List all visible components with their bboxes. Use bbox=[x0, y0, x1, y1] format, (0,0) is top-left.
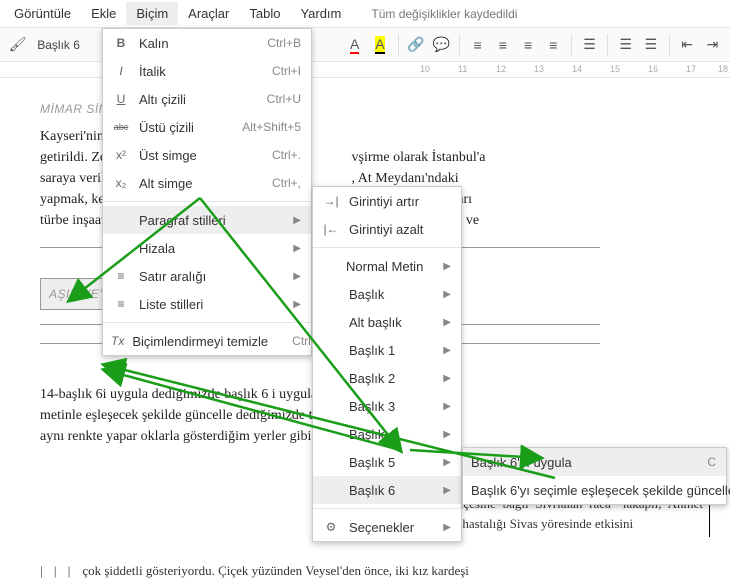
menu-table[interactable]: Tablo bbox=[239, 2, 290, 25]
align-center-icon[interactable]: ≡ bbox=[491, 33, 514, 57]
menu-subscript[interactable]: x₂ Alt simge Ctrl+, bbox=[103, 169, 311, 197]
subscript-icon: x₂ bbox=[111, 176, 131, 190]
chevron-right-icon: ▶ bbox=[443, 289, 451, 300]
menu-paragraph-styles[interactable]: Paragraf stilleri ▶ bbox=[103, 206, 311, 234]
list-icon: ≡ bbox=[111, 297, 131, 311]
chevron-right-icon: ▶ bbox=[443, 401, 451, 412]
align-justify-icon[interactable]: ≡ bbox=[542, 33, 565, 57]
chevron-right-icon: ▶ bbox=[443, 373, 451, 384]
chevron-right-icon: ▶ bbox=[293, 243, 301, 254]
number-list-icon[interactable]: ☰ bbox=[614, 33, 637, 57]
menu-heading-4[interactable]: Başlık 4 ▶ bbox=[313, 420, 461, 448]
chevron-right-icon: ▶ bbox=[293, 299, 301, 310]
heading6-options-submenu: Başlık 6'yı uygula C Başlık 6'yı seçimle… bbox=[462, 447, 727, 505]
chevron-right-icon: ▶ bbox=[443, 261, 451, 272]
comment-icon[interactable]: 💬 bbox=[430, 33, 453, 57]
format-dropdown: B Kalın Ctrl+B I İtalik Ctrl+I U Altı çi… bbox=[102, 28, 312, 356]
menu-heading-5[interactable]: Başlık 5 ▶ bbox=[313, 448, 461, 476]
paint-format-icon[interactable]: 🖌 bbox=[6, 33, 29, 57]
menu-align[interactable]: Hizala ▶ bbox=[103, 234, 311, 262]
menu-format[interactable]: Biçim bbox=[126, 2, 178, 25]
menu-apply-heading6[interactable]: Başlık 6'yı uygula C bbox=[463, 448, 726, 476]
chevron-right-icon: ▶ bbox=[293, 271, 301, 282]
line-spacing-icon[interactable]: ☰ bbox=[578, 33, 601, 57]
clear-format-icon: Tx bbox=[111, 334, 124, 348]
menu-help[interactable]: Yardım bbox=[290, 2, 351, 25]
menu-superscript[interactable]: x² Üst simge Ctrl+. bbox=[103, 141, 311, 169]
link-icon[interactable]: 🔗 bbox=[405, 33, 428, 57]
bottom-line: | | |çok şiddetli gösteriyordu. Çiçek yü… bbox=[40, 563, 469, 579]
line-spacing-icon: ≡ bbox=[111, 269, 131, 283]
italic-icon: I bbox=[111, 64, 131, 78]
text-color-icon[interactable]: A bbox=[343, 33, 366, 57]
chevron-right-icon: ▶ bbox=[443, 345, 451, 356]
strikethrough-icon: abc bbox=[111, 122, 131, 132]
chevron-right-icon: ▶ bbox=[443, 429, 451, 440]
heading-select[interactable]: Başlık 6 bbox=[31, 36, 109, 54]
menu-indent-increase[interactable]: →| Girintiyi artır bbox=[313, 187, 461, 215]
chevron-right-icon: ▶ bbox=[443, 485, 451, 496]
menu-tools[interactable]: Araçlar bbox=[178, 2, 239, 25]
indent-increase-icon[interactable]: ⇥ bbox=[701, 33, 724, 57]
paragraph-styles-submenu: →| Girintiyi artır |← Girintiyi azalt No… bbox=[312, 186, 462, 542]
menu-heading-3[interactable]: Başlık 3 ▶ bbox=[313, 392, 461, 420]
menu-title[interactable]: Başlık ▶ bbox=[313, 280, 461, 308]
save-status: Tüm değişiklikler kaydedildi bbox=[371, 7, 517, 21]
highlight-icon[interactable]: A bbox=[368, 33, 391, 57]
menu-options[interactable]: ⚙ Seçenekler ▶ bbox=[313, 513, 461, 541]
menu-line-spacing[interactable]: ≡ Satır aralığı ▶ bbox=[103, 262, 311, 290]
bold-icon: B bbox=[111, 36, 131, 50]
menu-heading-1[interactable]: Başlık 1 ▶ bbox=[313, 336, 461, 364]
align-left-icon[interactable]: ≡ bbox=[466, 33, 489, 57]
chevron-right-icon: ▶ bbox=[443, 317, 451, 328]
menu-insert[interactable]: Ekle bbox=[81, 2, 126, 25]
menu-heading-2[interactable]: Başlık 2 ▶ bbox=[313, 364, 461, 392]
menu-italic[interactable]: I İtalik Ctrl+I bbox=[103, 57, 311, 85]
superscript-icon: x² bbox=[111, 148, 131, 162]
underline-icon: U bbox=[111, 92, 131, 106]
menu-heading-6[interactable]: Başlık 6 ▶ bbox=[313, 476, 461, 504]
chevron-right-icon: ▶ bbox=[443, 457, 451, 468]
chevron-right-icon: ▶ bbox=[293, 215, 301, 226]
chevron-right-icon: ▶ bbox=[443, 522, 451, 533]
menu-strikethrough[interactable]: abc Üstü çizili Alt+Shift+5 bbox=[103, 113, 311, 141]
indent-decrease-icon[interactable]: ⇤ bbox=[676, 33, 699, 57]
indent-increase-icon: →| bbox=[321, 194, 341, 208]
indent-decrease-icon: |← bbox=[321, 222, 341, 236]
menu-indent-decrease[interactable]: |← Girintiyi azalt bbox=[313, 215, 461, 243]
align-right-icon[interactable]: ≡ bbox=[516, 33, 539, 57]
menu-view[interactable]: Görüntüle bbox=[4, 2, 81, 25]
menu-underline[interactable]: U Altı çizili Ctrl+U bbox=[103, 85, 311, 113]
gear-icon: ⚙ bbox=[321, 520, 341, 534]
menu-bold[interactable]: B Kalın Ctrl+B bbox=[103, 29, 311, 57]
menu-clear-formatting[interactable]: Tx Biçimlendirmeyi temizle Ctrl+\ bbox=[103, 327, 311, 355]
bullet-list-icon[interactable]: ☰ bbox=[639, 33, 662, 57]
menu-update-heading6[interactable]: Başlık 6'yı seçimle eşleşecek şekilde gü… bbox=[463, 476, 726, 504]
menu-normal-text[interactable]: Normal Metin ▶ bbox=[313, 252, 461, 280]
menu-subtitle[interactable]: Alt başlık ▶ bbox=[313, 308, 461, 336]
menubar: Görüntüle Ekle Biçim Araçlar Tablo Yardı… bbox=[0, 0, 730, 28]
menu-list-styles[interactable]: ≡ Liste stilleri ▶ bbox=[103, 290, 311, 318]
